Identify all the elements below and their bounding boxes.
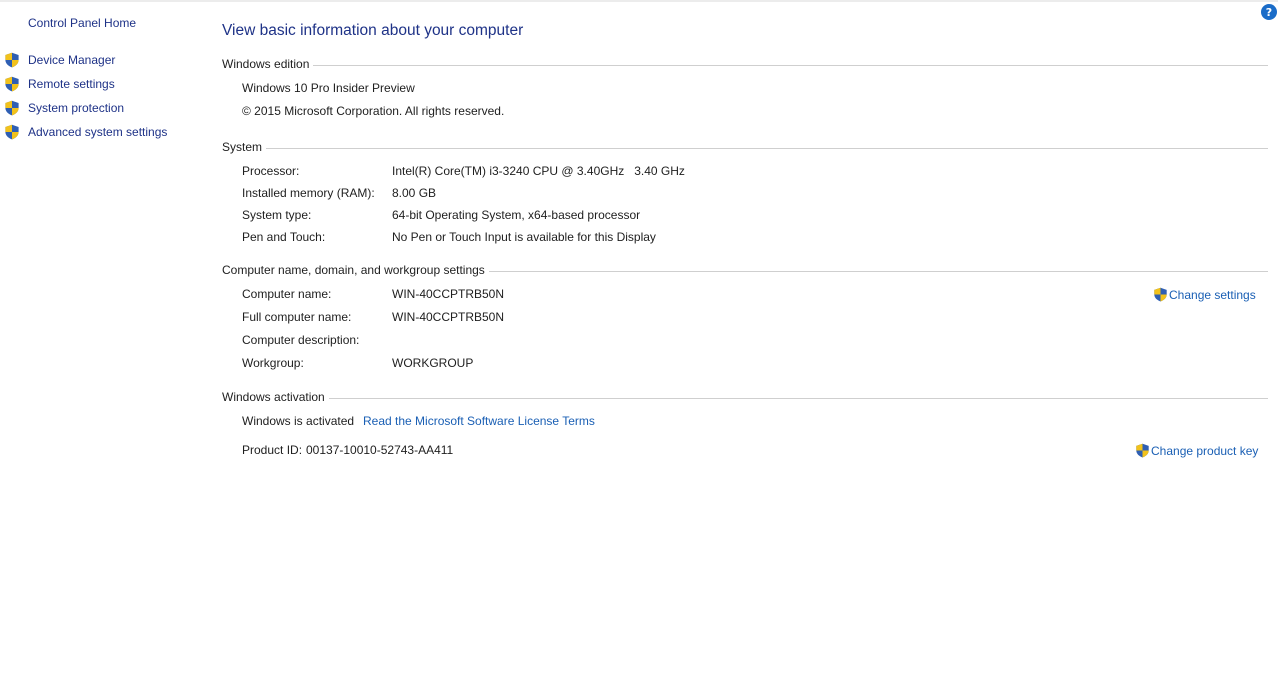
pen-touch-label: Pen and Touch: — [242, 230, 326, 244]
help-icon[interactable]: ? — [1261, 4, 1277, 20]
product-id-value: 00137-10010-52743-AA411 — [306, 443, 454, 457]
processor-value: Intel(R) Core(TM) i3-3240 CPU @ 3.40GHz … — [392, 164, 685, 178]
uac-shield-icon — [5, 124, 19, 140]
sidebar-item-label: Device Manager — [28, 53, 116, 67]
section-title: System — [222, 140, 263, 154]
left-pane: Control Panel Home Device Manager Remote… — [0, 0, 210, 687]
sidebar-item-advanced-system-settings[interactable]: Advanced system settings — [4, 122, 167, 142]
pen-touch-value: No Pen or Touch Input is available for t… — [392, 230, 656, 244]
uac-shield-icon — [5, 100, 19, 116]
section-title: Computer name, domain, and workgroup set… — [222, 263, 485, 277]
processor-label: Processor: — [242, 164, 300, 178]
section-divider — [266, 147, 1268, 149]
copyright-text: © 2015 Microsoft Corporation. All rights… — [242, 104, 505, 118]
control-panel-home-link[interactable]: Control Panel Home — [28, 16, 136, 30]
uac-shield-icon — [1154, 287, 1167, 302]
full-computer-name-label: Full computer name: — [242, 310, 352, 324]
system-type-value: 64-bit Operating System, x64-based proce… — [392, 208, 641, 222]
edition-name: Windows 10 Pro Insider Preview — [242, 81, 415, 95]
page-title: View basic information about your comput… — [222, 22, 524, 39]
section-divider — [313, 64, 1268, 66]
sidebar-item-label: System protection — [28, 101, 125, 115]
system-type-label: System type: — [242, 208, 312, 222]
section-title: Windows activation — [222, 390, 325, 404]
sidebar-item-remote-settings[interactable]: Remote settings — [4, 74, 115, 94]
product-id-label: Product ID: — [242, 443, 303, 457]
sidebar-item-label: Advanced system settings — [28, 125, 168, 139]
uac-shield-icon — [5, 52, 19, 68]
license-terms-link[interactable]: Read the Microsoft Software License Term… — [363, 414, 595, 428]
uac-shield-icon — [1136, 443, 1149, 458]
workgroup-value: WORKGROUP — [392, 356, 474, 370]
section-header-system: System — [222, 139, 1268, 155]
workgroup-label: Workgroup: — [242, 356, 304, 370]
section-divider — [488, 270, 1268, 272]
memory-label: Installed memory (RAM): — [242, 186, 375, 200]
computer-name-label: Computer name: — [242, 287, 332, 301]
section-header-windows-activation: Windows activation — [222, 389, 1268, 405]
section-title: Windows edition — [222, 57, 310, 71]
computer-description-label: Computer description: — [242, 333, 360, 347]
section-divider — [328, 397, 1268, 399]
uac-shield-icon — [5, 76, 19, 92]
sidebar-item-device-manager[interactable]: Device Manager — [4, 50, 115, 70]
activation-status: Windows is activated — [242, 414, 355, 428]
sidebar-item-system-protection[interactable]: System protection — [4, 98, 124, 118]
section-header-windows-edition: Windows edition — [222, 56, 1268, 72]
change-product-key-label: Change product key — [1151, 443, 1259, 458]
change-settings-label: Change settings — [1169, 287, 1256, 302]
sidebar-item-label: Remote settings — [28, 77, 115, 91]
section-header-computer-name: Computer name, domain, and workgroup set… — [222, 262, 1268, 278]
memory-value: 8.00 GB — [392, 186, 437, 200]
change-product-key-link[interactable]: Change product key — [1135, 443, 1258, 458]
full-computer-name-value: WIN-40CCPTRB50N — [392, 310, 505, 324]
computer-name-value: WIN-40CCPTRB50N — [392, 287, 505, 301]
change-settings-link[interactable]: Change settings — [1153, 287, 1256, 302]
